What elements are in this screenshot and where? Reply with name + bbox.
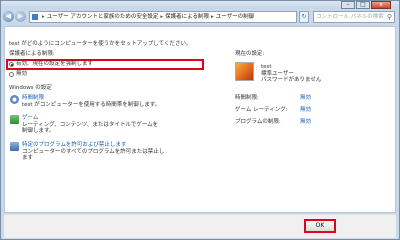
user-name: test <box>261 64 272 70</box>
program-limits-description: コンピューターのすべてのプログラムを許可または禁止し <box>22 149 165 155</box>
parental-controls-heading: 保護者による制限: <box>9 51 55 57</box>
footer-bar <box>4 214 396 238</box>
breadcrumb-separator: ▸ <box>42 14 45 20</box>
current-settings-heading: 現在の設定: <box>235 51 265 57</box>
status-value: 無効 <box>300 107 312 113</box>
main-panel: test がどのようにコンピューターを使うかをセットアップしてください。 保護者… <box>4 26 396 213</box>
status-label: プログラムの制限: <box>235 119 281 125</box>
status-label: ゲーム レーティング: <box>235 107 288 113</box>
search-placeholder: コントロール パネルの検索 <box>316 14 384 20</box>
breadcrumb-separator: ▸ <box>211 14 214 20</box>
clock-icon <box>10 95 19 104</box>
program-icon <box>10 142 19 151</box>
refresh-button[interactable]: ↻ <box>299 11 309 23</box>
status-value: 無効 <box>300 95 312 101</box>
control-panel-icon <box>32 14 38 20</box>
radio-disabled[interactable] <box>9 72 14 77</box>
magnifier-icon[interactable]: ⚲ <box>387 12 392 23</box>
program-limits-description-2: ます <box>22 155 34 161</box>
games-link[interactable]: ゲーム <box>22 115 38 122</box>
windows-settings-heading: Windows の設定 <box>9 85 52 91</box>
status-value: 無効 <box>300 119 312 125</box>
address-bar-row: ◀ ▶ ▸ ユーザー アカウントと家族のための安全設定 ▸ 保護者による制限 ▸ ユーザー… <box>3 10 397 25</box>
close-button[interactable]: x <box>371 1 391 9</box>
breadcrumb-separator: ▸ <box>160 14 164 20</box>
title-bar: – □ x <box>1 1 399 9</box>
minimize-button[interactable]: – <box>341 1 355 9</box>
maximize-button[interactable]: □ <box>356 1 370 9</box>
search-input[interactable]: コントロール パネルの検索 ⚲ <box>313 11 395 23</box>
radio-enabled[interactable] <box>9 62 14 67</box>
breadcrumb-item[interactable]: ユーザーの制御 <box>216 14 254 20</box>
breadcrumb-item[interactable]: 保護者による制限 <box>165 14 209 20</box>
ok-button[interactable]: OK <box>304 219 336 233</box>
games-description-2: 制御します。 <box>22 128 55 134</box>
program-limits-link[interactable]: 特定のプログラムを許可および禁止します <box>22 142 126 149</box>
breadcrumb-item[interactable]: ユーザー アカウントと家族のための安全設定 <box>47 14 159 20</box>
user-avatar <box>235 62 254 81</box>
forward-button[interactable]: ▶ <box>15 11 26 22</box>
back-button[interactable]: ◀ <box>3 11 14 22</box>
intro-text: test がどのようにコンピューターを使うかをセットアップしてください。 <box>9 41 192 47</box>
user-password-status: パスワードがありません <box>261 77 322 83</box>
time-limits-description: test がコンピューターを使用する時間帯を制御します。 <box>22 102 161 108</box>
game-icon <box>10 115 19 124</box>
window: – □ x ◀ ▶ ▸ ユーザー アカウントと家族のための安全設定 ▸ 保護者による制… <box>0 0 400 240</box>
radio-enabled-label[interactable]: 有効、現在の設定を強制します <box>16 61 93 68</box>
status-label: 時間制限: <box>235 95 259 101</box>
address-bar[interactable]: ▸ ユーザー アカウントと家族のための安全設定 ▸ 保護者による制限 ▸ ユーザーの制御 <box>29 11 297 23</box>
radio-disabled-label[interactable]: 無効 <box>16 71 27 78</box>
time-limits-link[interactable]: 時間制限 <box>22 95 44 102</box>
